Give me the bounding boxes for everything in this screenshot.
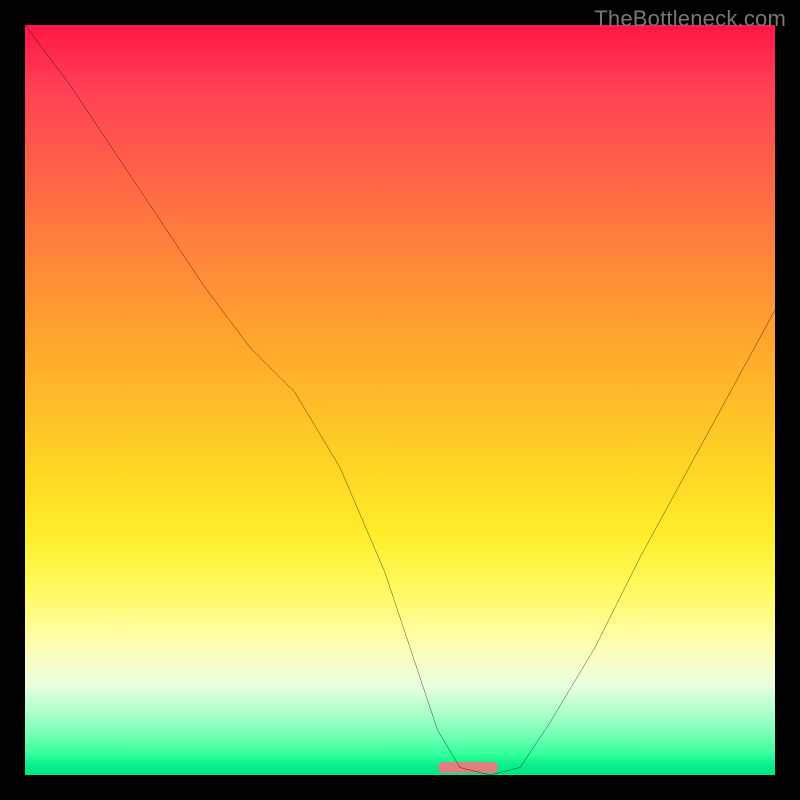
curve-svg bbox=[25, 25, 775, 775]
chart-frame: TheBottleneck.com bbox=[0, 0, 800, 800]
watermark-text: TheBottleneck.com bbox=[594, 6, 786, 32]
plot-area bbox=[25, 25, 775, 775]
bottleneck-curve bbox=[25, 25, 775, 775]
